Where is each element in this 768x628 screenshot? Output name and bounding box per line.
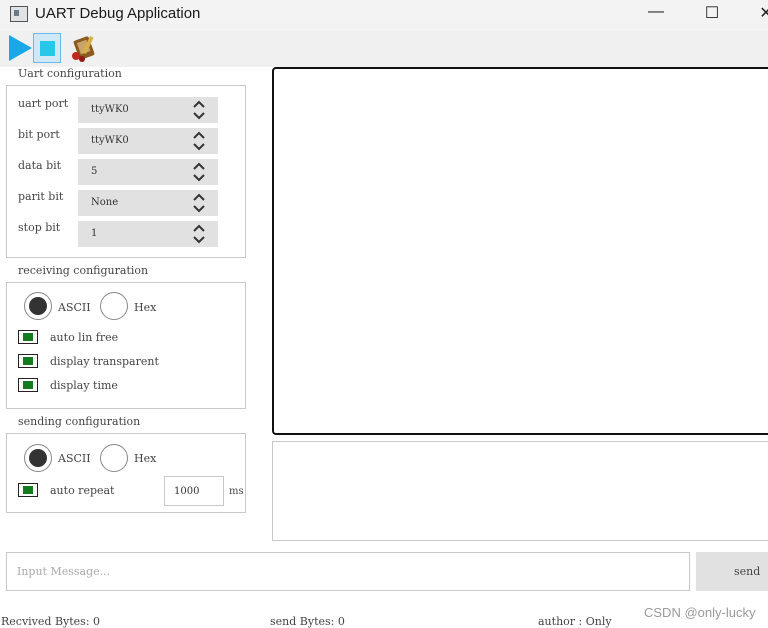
minimize-button[interactable]: — xyxy=(636,3,676,25)
receive-ascii-label: ASCII xyxy=(58,301,91,314)
bit-port-select[interactable]: ttyWK0 xyxy=(78,128,218,154)
stop-icon xyxy=(40,41,55,56)
send-ascii-label: ASCII xyxy=(58,452,91,465)
uart-port-value: ttyWK0 xyxy=(91,104,129,115)
display-time-label: display time xyxy=(50,379,118,392)
parity-bit-select[interactable]: None xyxy=(78,190,218,216)
repeat-interval-input[interactable]: 1000 xyxy=(164,476,224,506)
tools-button[interactable] xyxy=(68,34,100,64)
display-transparent-checkbox[interactable] xyxy=(18,354,38,368)
data-bit-select[interactable]: 5 xyxy=(78,159,218,185)
chevron-updown-icon xyxy=(193,162,205,182)
display-transparent-label: display transparent xyxy=(50,355,159,368)
close-button[interactable]: ✕ xyxy=(746,3,768,25)
uart-config-group: uart port ttyWK0 bit port ttyWK0 data bi… xyxy=(6,85,246,258)
receive-ascii-radio[interactable] xyxy=(24,292,52,320)
start-button[interactable] xyxy=(7,34,33,62)
watermark-text: CSDN @only-lucky xyxy=(644,605,756,620)
author-status: author : Only xyxy=(538,615,612,628)
chevron-updown-icon xyxy=(193,224,205,244)
stop-bit-label: stop bit xyxy=(18,221,61,234)
uart-config-title: Uart configuration xyxy=(18,67,122,80)
receive-hex-label: Hex xyxy=(134,301,157,314)
send-button[interactable]: send xyxy=(696,552,768,591)
title-bar: UART Debug Application — ☐ ✕ xyxy=(0,0,768,31)
auto-line-feed-label: auto lin free xyxy=(50,331,119,344)
display-time-checkbox[interactable] xyxy=(18,378,38,392)
receiving-config-title: receiving configuration xyxy=(18,264,149,277)
play-icon xyxy=(9,35,32,61)
stop-bit-select[interactable]: 1 xyxy=(78,221,218,247)
send-hex-label: Hex xyxy=(134,452,157,465)
parity-bit-value: None xyxy=(91,197,119,208)
bit-port-label: bit port xyxy=(18,128,60,141)
send-text-area[interactable] xyxy=(272,441,768,541)
send-hex-radio[interactable] xyxy=(100,444,128,472)
auto-repeat-checkbox[interactable] xyxy=(18,483,38,497)
stop-bit-value: 1 xyxy=(91,228,98,239)
message-input[interactable] xyxy=(6,552,690,591)
bit-port-value: ttyWK0 xyxy=(91,135,129,146)
send-ascii-radio[interactable] xyxy=(24,444,52,472)
receive-display-area[interactable] xyxy=(272,67,768,435)
received-bytes-status: Recvived Bytes: 0 xyxy=(1,615,101,628)
receiving-config-group: ASCII Hex auto lin free display transpar… xyxy=(6,282,246,409)
chevron-updown-icon xyxy=(193,131,205,151)
uart-port-select[interactable]: ttyWK0 xyxy=(78,97,218,123)
stop-button[interactable] xyxy=(33,33,61,63)
auto-line-feed-checkbox[interactable] xyxy=(18,330,38,344)
chevron-updown-icon xyxy=(193,193,205,213)
sending-config-title: sending configuration xyxy=(18,415,141,428)
app-icon xyxy=(10,6,28,22)
maximize-button[interactable]: ☐ xyxy=(692,3,732,25)
toolbar xyxy=(0,31,768,67)
interval-unit-label: ms xyxy=(229,486,244,497)
data-bit-value: 5 xyxy=(91,166,98,177)
data-bit-label: data bit xyxy=(18,159,62,172)
tools-icon xyxy=(72,35,95,62)
window-title: UART Debug Application xyxy=(35,5,201,22)
parity-bit-label: parit bit xyxy=(18,190,64,203)
auto-repeat-label: auto repeat xyxy=(50,484,115,497)
receive-hex-radio[interactable] xyxy=(100,292,128,320)
uart-port-label: uart port xyxy=(18,97,69,110)
chevron-updown-icon xyxy=(193,100,205,120)
sent-bytes-status: send Bytes: 0 xyxy=(270,615,345,628)
